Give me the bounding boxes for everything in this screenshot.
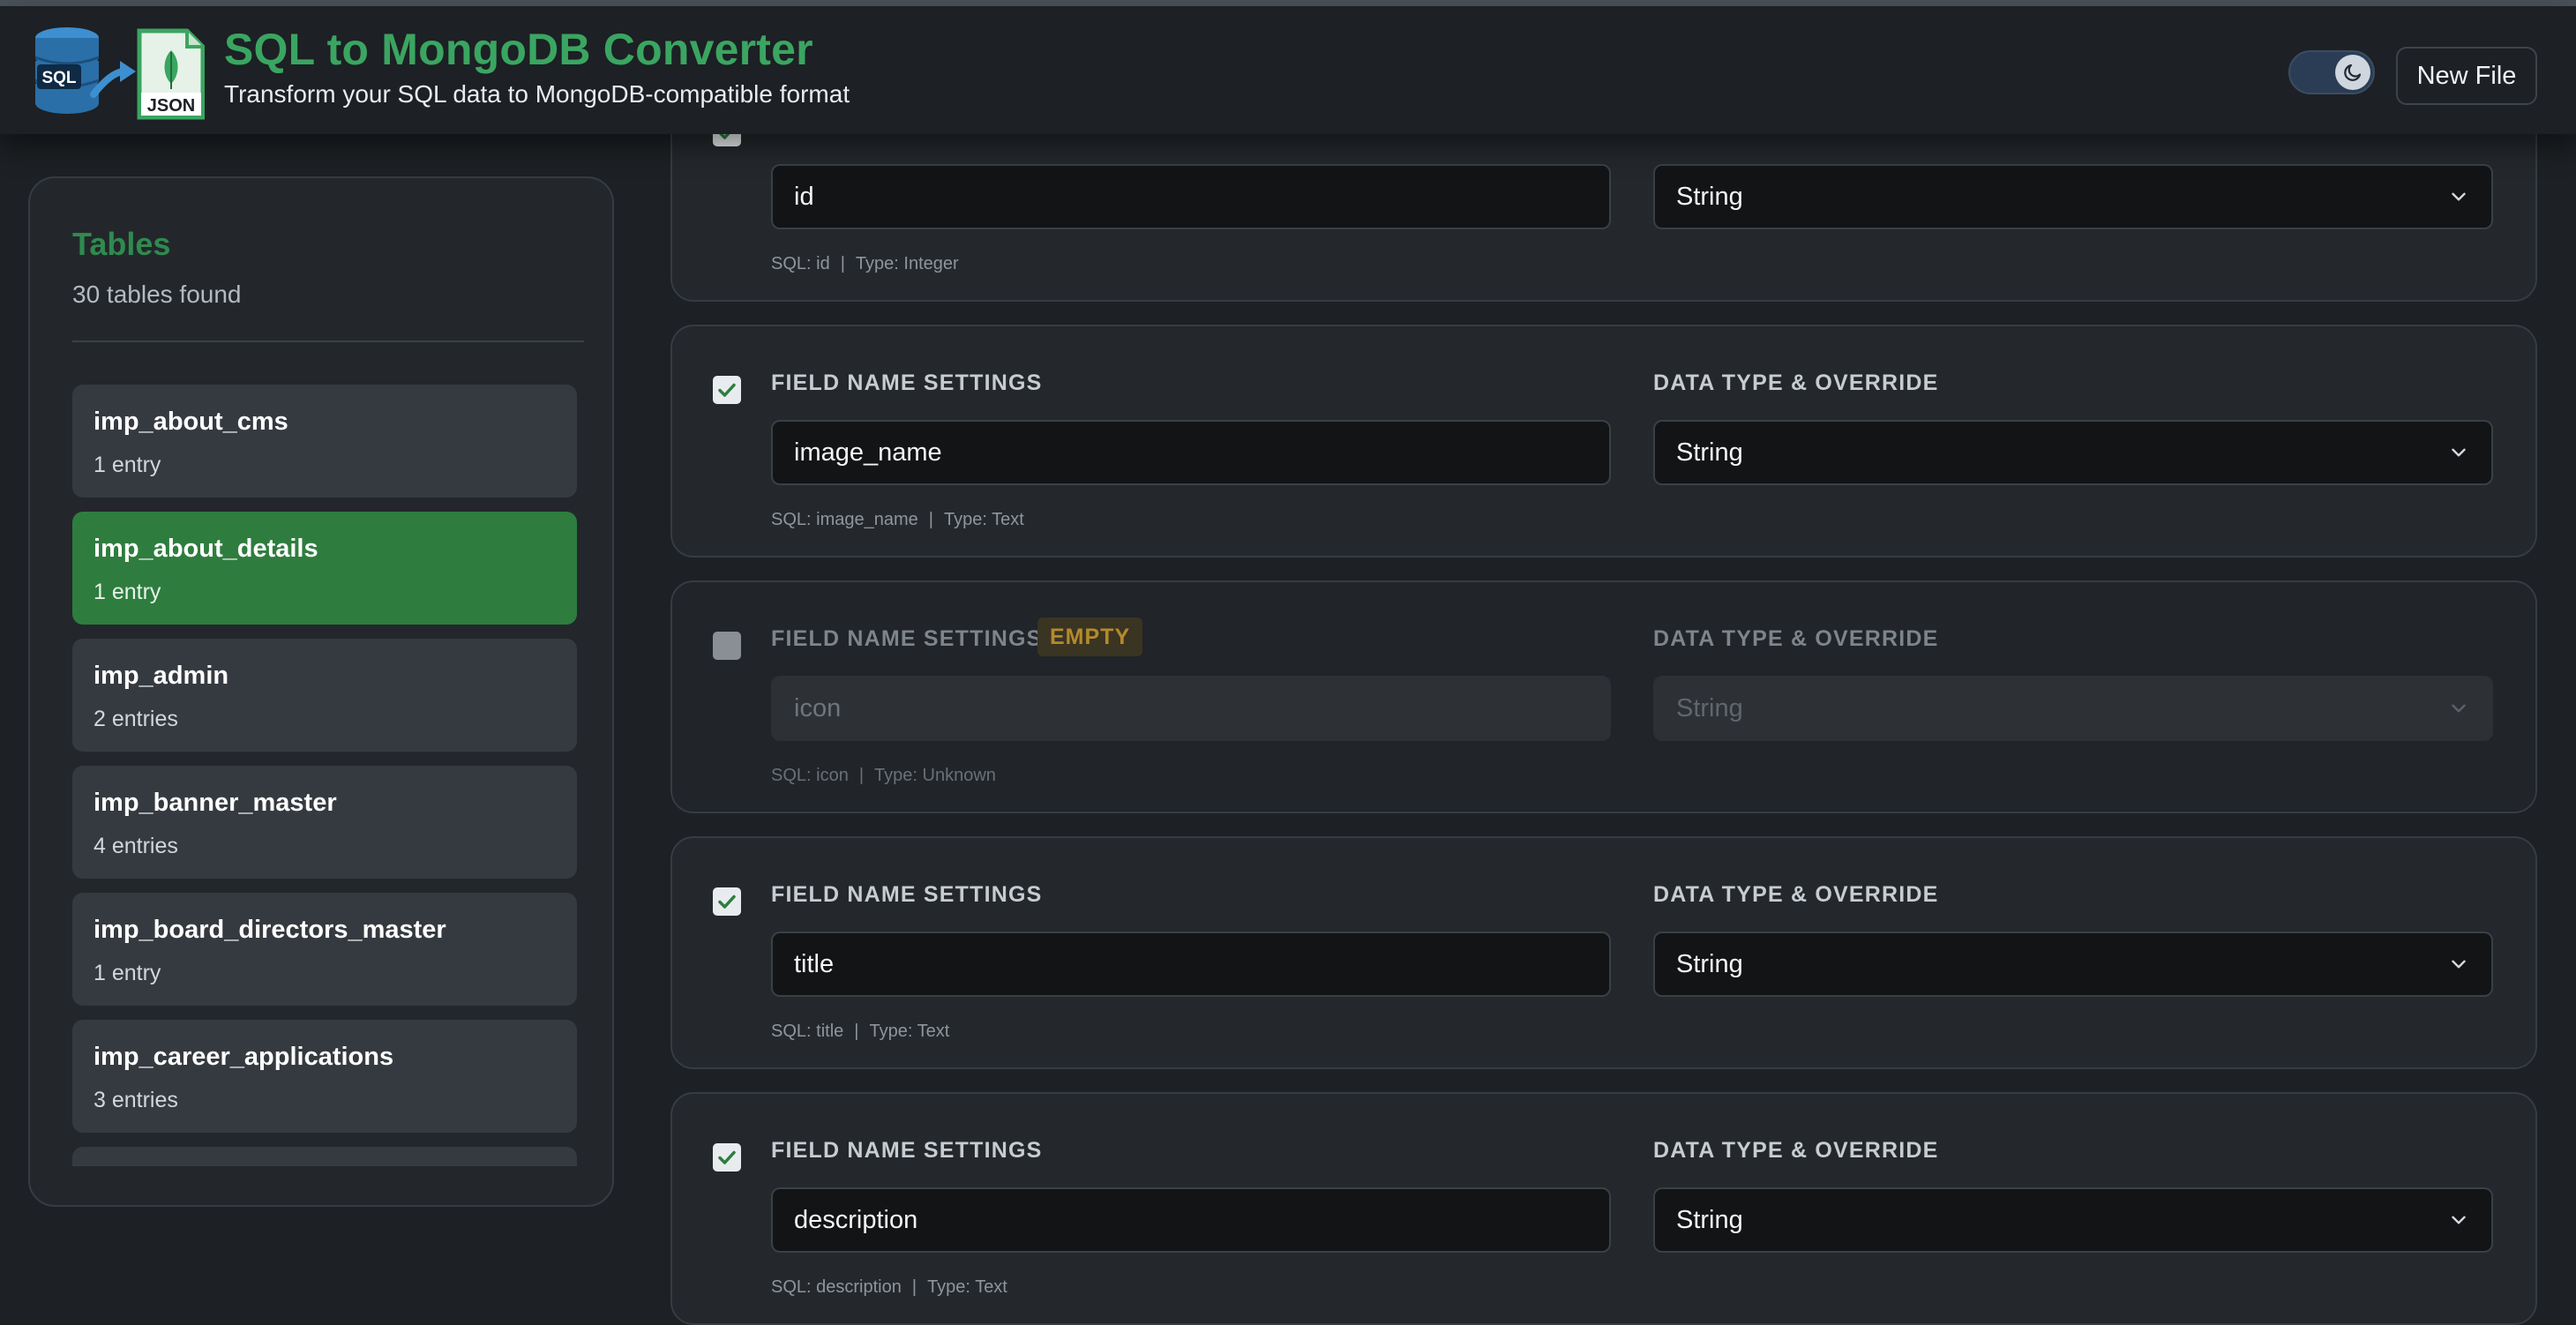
data-type-value: String [1676, 438, 1743, 467]
svg-text:JSON: JSON [147, 96, 195, 116]
check-icon [718, 895, 736, 909]
data-type-label: DATA TYPE & OVERRIDE [1653, 1138, 1939, 1163]
sidebar-title: Tables [72, 226, 171, 262]
data-type-value: String [1676, 693, 1743, 722]
field-card-description: FIELD NAME SETTINGS DATA TYPE & OVERRIDE… [670, 1092, 2537, 1325]
table-list[interactable]: imp_about_cms 1 entry imp_about_details … [72, 385, 577, 1166]
chevron-down-icon [2452, 192, 2466, 201]
chevron-down-icon [2452, 1216, 2466, 1224]
table-item-imp-admin[interactable]: imp_admin 2 entries [72, 639, 577, 752]
data-type-value: String [1676, 949, 1743, 978]
table-entries: 4 entries [94, 834, 178, 858]
chevron-down-icon [2452, 960, 2466, 969]
app-header: SQL JSON SQL to MongoDB Converter Transf… [0, 6, 2576, 134]
sql-meta: SQL: icon | Type: Unknown [771, 766, 996, 785]
include-checkbox[interactable] [713, 632, 741, 660]
field-card-title: FIELD NAME SETTINGS DATA TYPE & OVERRIDE… [670, 836, 2537, 1069]
data-type-select[interactable]: String [1653, 164, 2493, 229]
table-entries: 1 entry [94, 961, 161, 985]
app-subtitle: Transform your SQL data to MongoDB-compa… [224, 80, 850, 108]
field-name-label: FIELD NAME SETTINGS [771, 626, 1043, 651]
empty-badge: EMPTY [1037, 618, 1143, 656]
theme-toggle[interactable] [2288, 50, 2375, 94]
data-type-value: String [1676, 182, 1743, 211]
field-card-icon: FIELD NAME SETTINGS EMPTY DATA TYPE & OV… [670, 580, 2537, 813]
data-type-select[interactable]: String [1653, 676, 2493, 741]
field-name-label: FIELD NAME SETTINGS [771, 882, 1043, 907]
field-name-input[interactable] [771, 420, 1611, 485]
sidebar-divider [72, 341, 584, 342]
data-type-select[interactable]: String [1653, 932, 2493, 997]
table-name: imp_career_applications [94, 1043, 394, 1071]
table-name: imp_banner_master [94, 789, 337, 817]
new-file-button[interactable]: New File [2396, 47, 2537, 105]
field-name-input[interactable] [771, 164, 1611, 229]
check-icon [718, 383, 736, 397]
field-name-label: FIELD NAME SETTINGS [771, 1138, 1043, 1163]
table-name: imp_board_directors_master [94, 916, 446, 944]
data-type-label: DATA TYPE & OVERRIDE [1653, 626, 1939, 651]
field-name-input[interactable] [771, 676, 1611, 741]
table-item-imp-board-directors-master[interactable]: imp_board_directors_master 1 entry [72, 893, 577, 1006]
toggle-knob [2335, 55, 2370, 90]
field-name-input[interactable] [771, 932, 1611, 997]
chevron-down-icon [2452, 448, 2466, 457]
field-card-image-name: FIELD NAME SETTINGS DATA TYPE & OVERRIDE… [670, 325, 2537, 558]
field-settings-panel: String SQL: id|Type: Integer FIELD NAME … [670, 0, 2537, 1325]
include-checkbox[interactable] [713, 887, 741, 916]
table-entries: 3 entries [94, 1088, 178, 1112]
table-name: imp_admin [94, 662, 229, 690]
chevron-down-icon [2452, 704, 2466, 713]
table-name: imp_about_details [94, 535, 318, 563]
sql-meta: SQL: description | Type: Text [771, 1277, 1007, 1297]
tables-count: 30 tables found [72, 281, 242, 308]
data-type-select[interactable]: String [1653, 420, 2493, 485]
sql-meta: SQL: image_name | Type: Text [771, 510, 1024, 529]
table-item-imp-career-applications[interactable]: imp_career_applications 3 entries [72, 1020, 577, 1133]
table-item-imp-about-details[interactable]: imp_about_details 1 entry [72, 512, 577, 625]
include-checkbox[interactable] [713, 1143, 741, 1172]
include-checkbox[interactable] [713, 376, 741, 404]
data-type-select[interactable]: String [1653, 1187, 2493, 1253]
field-name-input[interactable] [771, 1187, 1611, 1253]
data-type-label: DATA TYPE & OVERRIDE [1653, 371, 1939, 395]
data-type-label: DATA TYPE & OVERRIDE [1653, 882, 1939, 907]
sql-meta: SQL: title | Type: Text [771, 1022, 950, 1041]
table-item-imp-about-cms[interactable]: imp_about_cms 1 entry [72, 385, 577, 498]
table-entries: 1 entry [94, 453, 161, 477]
data-type-value: String [1676, 1205, 1743, 1234]
table-item-imp-banner-master[interactable]: imp_banner_master 4 entries [72, 766, 577, 879]
check-icon [718, 1150, 736, 1164]
svg-text:SQL: SQL [41, 69, 76, 87]
tables-sidebar: Tables 30 tables found imp_about_cms 1 e… [28, 176, 614, 1207]
sql-to-json-logo-icon: SQL JSON [34, 27, 205, 120]
table-name: imp_about_cms [94, 408, 288, 436]
table-entries: 2 entries [94, 707, 178, 731]
app-title: SQL to MongoDB Converter [224, 25, 813, 74]
sql-meta: SQL: id | Type: Integer [771, 254, 959, 273]
field-name-label: FIELD NAME SETTINGS [771, 371, 1043, 395]
table-item-partial[interactable] [72, 1147, 577, 1166]
table-entries: 1 entry [94, 580, 161, 604]
moon-icon [2344, 64, 2362, 81]
